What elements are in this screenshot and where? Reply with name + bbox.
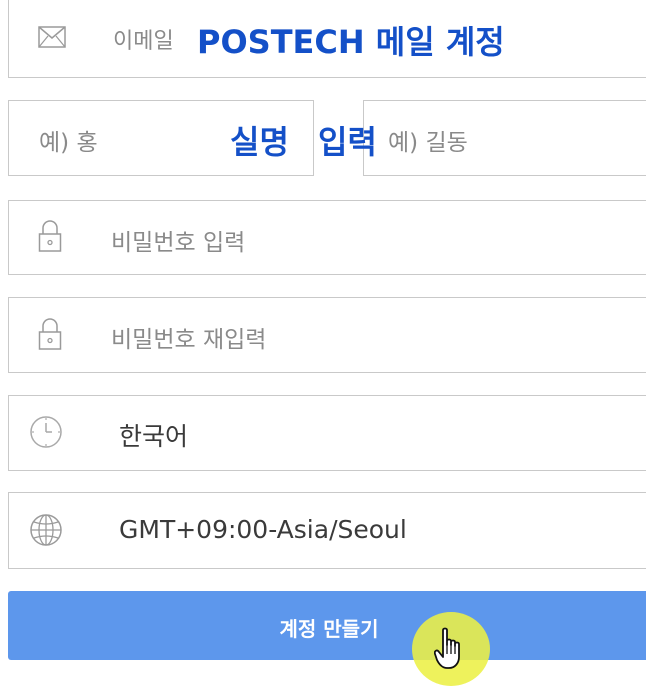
password-field[interactable]: 비밀번호 입력 bbox=[8, 200, 646, 275]
timezone-value: GMT+09:00-Asia/Seoul bbox=[119, 515, 407, 544]
first-name-placeholder: 예) 길동 bbox=[388, 130, 468, 156]
language-value: 한국어 bbox=[119, 422, 189, 451]
first-name-field[interactable]: 예) 길동 bbox=[363, 100, 646, 176]
password-placeholder: 비밀번호 입력 bbox=[111, 230, 246, 256]
globe-icon bbox=[30, 514, 62, 546]
email-placeholder: 이메일 bbox=[113, 29, 174, 54]
envelope-icon bbox=[38, 26, 66, 48]
hand-cursor-icon bbox=[434, 627, 460, 669]
password-confirm-placeholder: 비밀번호 재입력 bbox=[111, 327, 267, 353]
last-name-placeholder: 예) 홍 bbox=[39, 130, 98, 156]
real-name-annotation-1: 실명 bbox=[230, 123, 289, 161]
language-select[interactable]: 한국어 bbox=[8, 395, 646, 471]
lock-icon bbox=[38, 220, 62, 252]
clock-icon bbox=[30, 416, 62, 448]
password-confirm-field[interactable]: 비밀번호 재입력 bbox=[8, 297, 646, 373]
create-account-label: 계정 만들기 bbox=[279, 617, 379, 641]
real-name-annotation-2: 입력 bbox=[318, 123, 377, 161]
create-account-button[interactable]: 계정 만들기 bbox=[8, 591, 646, 660]
timezone-select[interactable]: GMT+09:00-Asia/Seoul bbox=[8, 492, 646, 569]
email-annotation: POSTECH 메일 계정 bbox=[197, 23, 505, 61]
signup-form: 이메일 POSTECH 메일 계정 예) 홍 예) 길동 실명 입력 비밀번호 … bbox=[0, 0, 646, 687]
lock-icon bbox=[38, 318, 62, 350]
